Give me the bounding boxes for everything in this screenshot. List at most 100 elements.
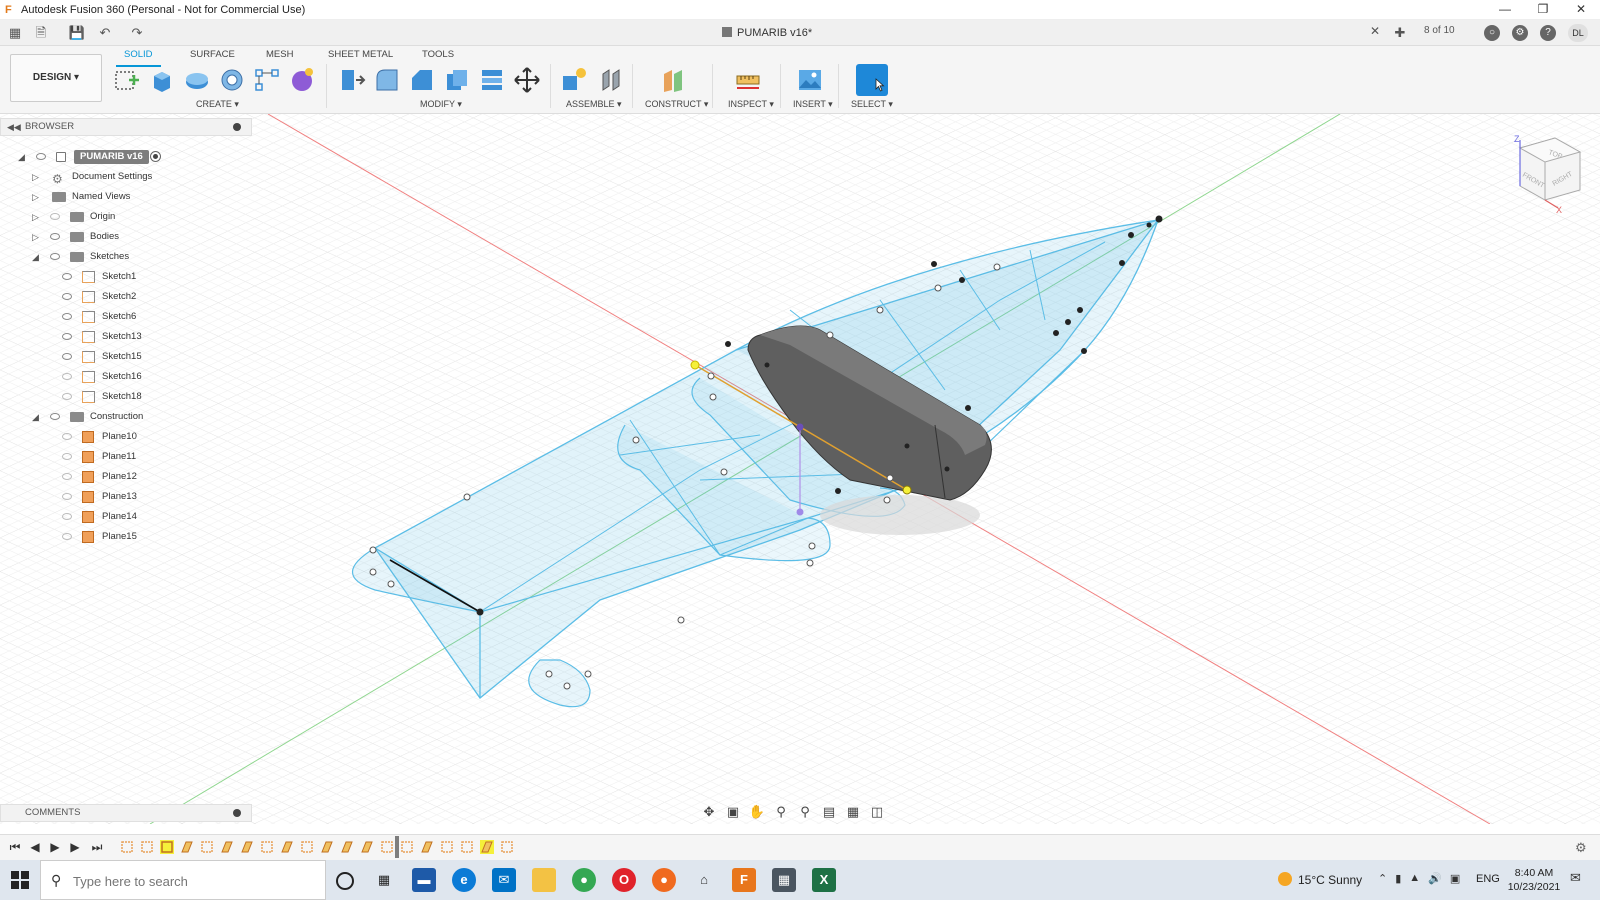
visibility-eye-icon[interactable] — [62, 293, 72, 300]
visibility-eye-icon[interactable] — [36, 153, 46, 160]
construct-menu[interactable]: CONSTRUCT ▾ — [645, 99, 708, 110]
taskbar-search[interactable]: ⚲ — [40, 860, 326, 900]
measure-icon[interactable] — [734, 66, 762, 94]
create-form-icon[interactable] — [288, 66, 316, 94]
browser-item-sketch18[interactable]: Sketch18 — [62, 388, 242, 406]
visibility-eye-icon[interactable] — [50, 233, 60, 240]
browser-item-sketch6[interactable]: Sketch6 — [62, 308, 242, 326]
save-icon[interactable]: 💾 — [68, 24, 86, 42]
chrome-icon[interactable]: ● — [572, 868, 596, 892]
timeline-plane-feature[interactable] — [420, 840, 434, 854]
step-forward-icon[interactable]: ▶ — [68, 840, 82, 854]
step-back-icon[interactable]: ◀ — [28, 840, 42, 854]
taskbar-search-input[interactable] — [73, 871, 313, 891]
browser-item-sketch13[interactable]: Sketch13 — [62, 328, 242, 346]
create-menu[interactable]: CREATE ▾ — [196, 99, 239, 110]
viewports-icon[interactable]: ◫ — [868, 804, 886, 820]
clock[interactable]: 8:40 AM 10/23/2021 — [1506, 866, 1562, 894]
timeline-sketch-feature[interactable] — [120, 840, 134, 854]
timeline-settings-icon[interactable]: ⚙ — [1575, 840, 1587, 856]
notifications-icon[interactable]: ⚙ — [1512, 25, 1528, 41]
cortana-icon[interactable] — [336, 872, 354, 890]
timeline-sketch-feature[interactable] — [300, 840, 314, 854]
activate-component-icon[interactable] — [150, 151, 161, 162]
workspace-selector[interactable]: DESIGN ▾ — [10, 54, 102, 102]
tab-tools[interactable]: TOOLS — [422, 49, 454, 63]
press-pull-icon[interactable] — [338, 66, 366, 94]
joint-icon[interactable] — [597, 66, 625, 94]
opera-icon[interactable]: O — [612, 868, 636, 892]
display-settings-icon[interactable]: ▤ — [820, 804, 838, 820]
user-avatar[interactable]: DL — [1568, 24, 1588, 42]
tab-mesh[interactable]: MESH — [266, 49, 293, 63]
task-view-icon[interactable]: ▦ — [372, 868, 396, 892]
look-at-icon[interactable]: ▣ — [724, 804, 742, 820]
visibility-eye-icon[interactable] — [62, 273, 72, 280]
timeline-sketch-feature[interactable] — [380, 840, 394, 854]
meet-now-icon[interactable]: ▣ — [1450, 872, 1460, 885]
rectangular-pattern-icon[interactable] — [253, 66, 281, 94]
timeline-sketch-feature[interactable] — [260, 840, 274, 854]
browser-item-bodies[interactable]: ▷ Bodies — [32, 228, 242, 246]
app-icon[interactable]: ▬ — [412, 868, 436, 892]
insert-menu[interactable]: INSERT ▾ — [793, 99, 833, 110]
undo-icon[interactable]: ↶ — [96, 24, 114, 42]
browser-item-sketch16[interactable]: Sketch16 — [62, 368, 242, 386]
weather-widget[interactable]: 15°C Sunny — [1278, 872, 1362, 887]
expand-arrow-icon[interactable]: ▷ — [32, 208, 39, 226]
timeline-plane-feature[interactable] — [360, 840, 374, 854]
fillet-icon[interactable] — [373, 66, 401, 94]
pin-icon[interactable] — [233, 123, 241, 131]
grid-settings-icon[interactable]: ▦ — [844, 804, 862, 820]
windows-start-icon[interactable] — [10, 870, 30, 890]
timeline-sketch-feature[interactable] — [200, 840, 214, 854]
visibility-eye-icon[interactable] — [62, 373, 72, 380]
language-indicator[interactable]: ENG — [1476, 873, 1500, 885]
visibility-eye-icon[interactable] — [62, 473, 72, 480]
visibility-eye-icon[interactable] — [62, 493, 72, 500]
combine-icon[interactable] — [478, 66, 506, 94]
browser-item-document-settings[interactable]: ▷ ⚙ Document Settings — [32, 168, 242, 186]
go-to-end-icon[interactable]: ⏭ — [90, 840, 104, 855]
job-status[interactable]: 8 of 10 — [1424, 25, 1455, 36]
revolve-icon[interactable] — [183, 66, 211, 94]
visibility-eye-icon[interactable] — [62, 533, 72, 540]
visibility-eye-icon[interactable] — [62, 313, 72, 320]
browser-item-plane12[interactable]: Plane12 — [62, 468, 242, 486]
visibility-eye-icon[interactable] — [62, 433, 72, 440]
go-to-start-icon[interactable]: ⏮ — [8, 840, 22, 855]
mail-icon[interactable]: ✉ — [492, 868, 516, 892]
visibility-eye-icon[interactable] — [62, 453, 72, 460]
visibility-eye-icon[interactable] — [62, 333, 72, 340]
fusion-taskbar-icon[interactable]: F — [732, 868, 756, 892]
timeline-plane-feature[interactable] — [280, 840, 294, 854]
home-icon[interactable]: ⌂ — [692, 868, 716, 892]
timeline-sketch-feature[interactable] — [440, 840, 454, 854]
assemble-menu[interactable]: ASSEMBLE ▾ — [566, 99, 622, 110]
timeline-plane-feature[interactable] — [340, 840, 354, 854]
sketch-vertex-purple-2[interactable] — [796, 508, 804, 516]
sketch-vertex-selected[interactable] — [690, 360, 700, 370]
expand-arrow-icon[interactable]: ▷ — [32, 188, 39, 206]
new-component-icon[interactable] — [560, 66, 588, 94]
browser-root-row[interactable]: ◢ PUMARIB v16 — [18, 148, 168, 166]
timeline-sketch-feature[interactable] — [140, 840, 154, 854]
comments-panel[interactable]: COMMENTS — [0, 804, 252, 822]
browser-item-plane10[interactable]: Plane10 — [62, 428, 242, 446]
file-menu-icon[interactable]: 🗎 — [32, 24, 50, 42]
create-sketch-icon[interactable] — [113, 66, 141, 94]
chamfer-icon[interactable] — [408, 66, 436, 94]
wifi-icon[interactable]: ▲ — [1409, 872, 1420, 885]
battery-icon[interactable]: ▮ — [1395, 872, 1401, 885]
redo-icon[interactable]: ↷ — [128, 24, 146, 42]
sketch-vertex-selected-2[interactable] — [902, 485, 912, 495]
select-menu[interactable]: SELECT ▾ — [851, 99, 893, 110]
browser-item-sketch15[interactable]: Sketch15 — [62, 348, 242, 366]
timeline-marker[interactable] — [395, 836, 399, 858]
close-tab-icon[interactable]: ✕ — [1370, 24, 1380, 38]
collapse-arrow-icon[interactable]: ◢ — [32, 408, 39, 426]
close-window-button[interactable]: ✕ — [1562, 0, 1600, 20]
visibility-eye-icon[interactable] — [50, 253, 60, 260]
collapse-arrow-icon[interactable]: ◢ — [32, 248, 39, 266]
file-explorer-icon[interactable] — [532, 868, 556, 892]
